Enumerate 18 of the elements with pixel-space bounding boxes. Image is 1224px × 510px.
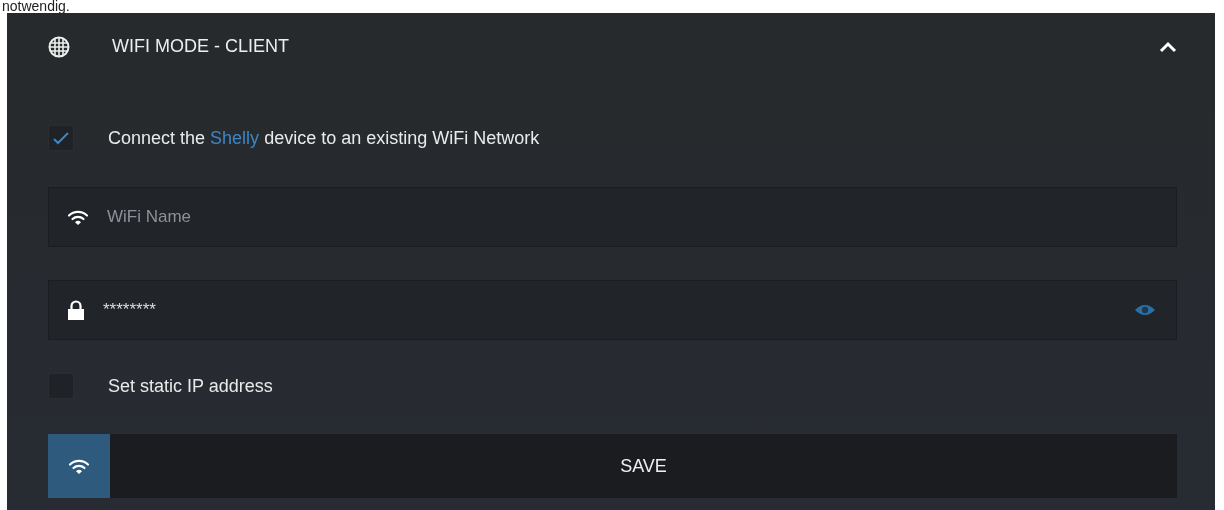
option-label: Connect the Shelly device to an existing WiFi Network [108, 127, 540, 149]
globe-icon [48, 35, 70, 58]
checkmark-icon [52, 131, 70, 145]
wifi-icon [68, 457, 90, 475]
save-button[interactable]: SAVE [110, 434, 1177, 498]
option-label: Set static IP address [108, 375, 273, 397]
shelly-link[interactable]: Shelly [210, 127, 260, 148]
section-title: WIFI MODE - CLIENT [112, 36, 290, 57]
password-field[interactable]: ******** [48, 280, 1177, 340]
checkbox[interactable] [48, 125, 74, 151]
wifi-name-input[interactable]: WiFi Name [105, 206, 1156, 228]
eye-icon[interactable] [1134, 303, 1156, 317]
lock-icon [67, 300, 85, 320]
chevron-icon[interactable] [1159, 40, 1177, 53]
wifi-name-field[interactable]: WiFi Name [48, 187, 1177, 247]
password-input[interactable]: ******** [101, 299, 1134, 321]
wifi-icon [67, 208, 89, 226]
page-text: notwendig. [1, 0, 71, 13]
